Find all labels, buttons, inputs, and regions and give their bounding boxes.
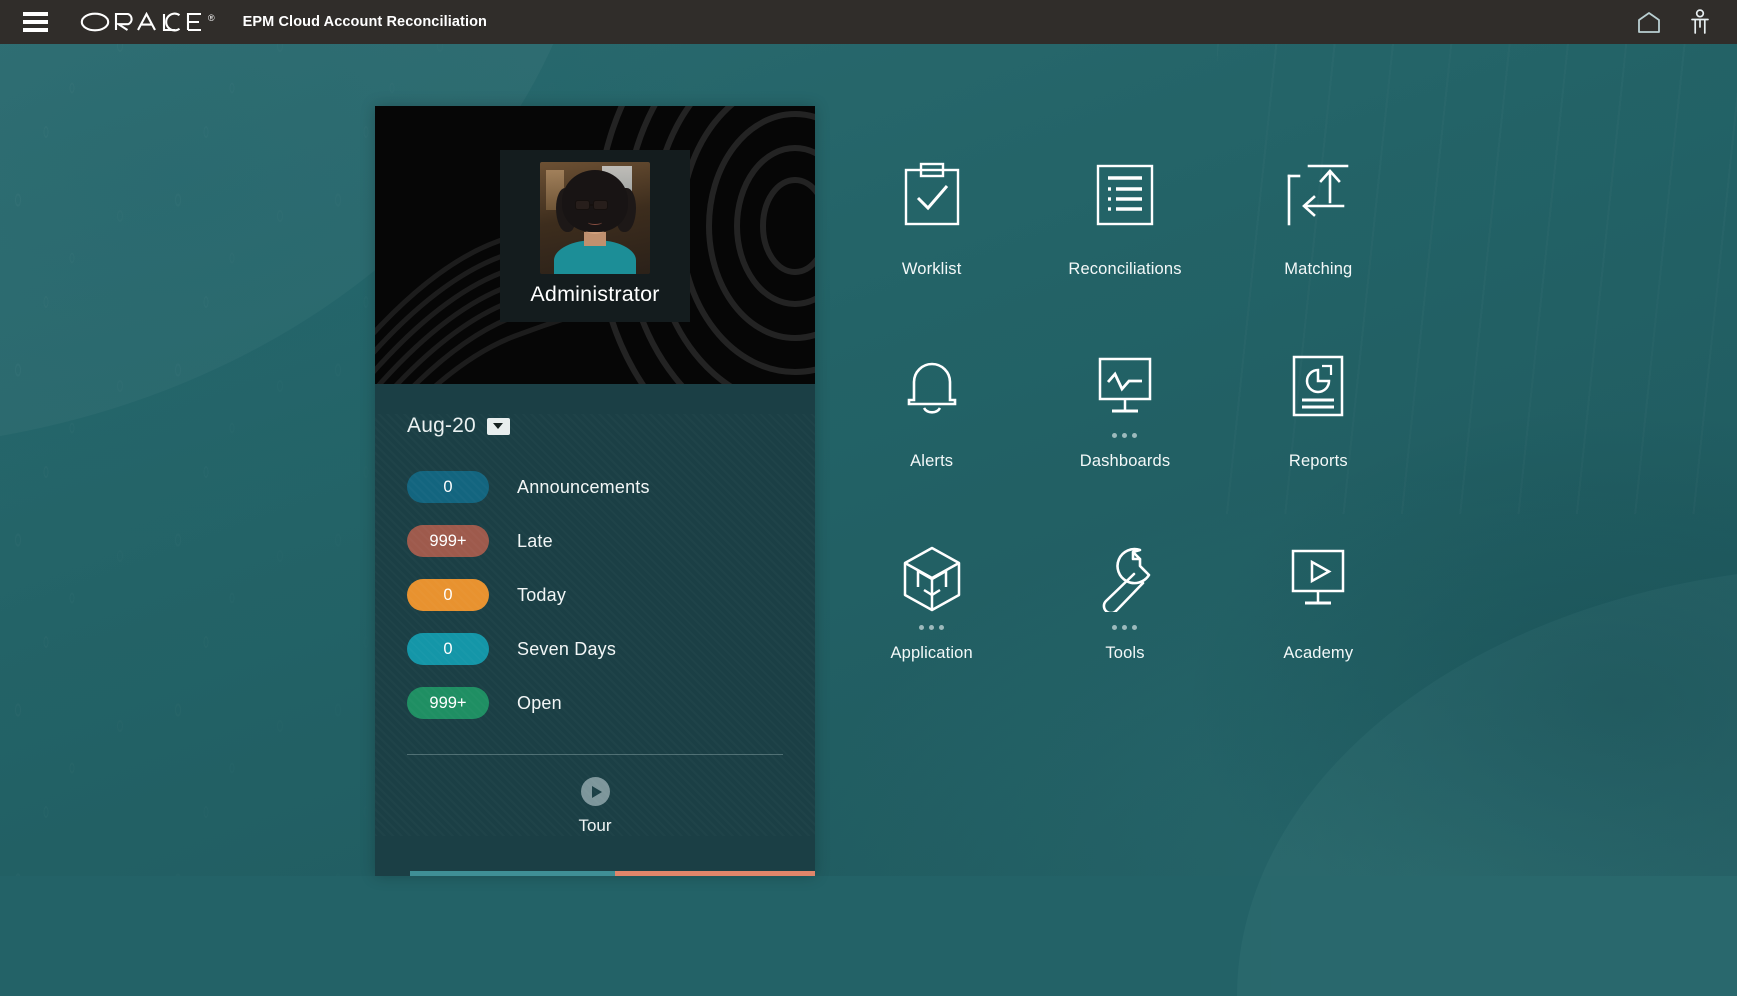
card-body: Aug-20 0 Announcements 999+ Late 0 Today xyxy=(375,414,815,836)
report-pie-icon xyxy=(1289,348,1347,426)
tile-label: Alerts xyxy=(910,452,953,471)
hamburger-bar xyxy=(23,20,48,24)
monitor-play-icon xyxy=(1285,540,1351,618)
user-summary-card: Administrator Aug-20 0 Announcements 999… xyxy=(375,106,815,876)
tile-dashboards[interactable]: Dashboards xyxy=(1028,332,1221,524)
bell-icon xyxy=(902,348,962,426)
dot xyxy=(1112,433,1117,438)
tile-academy[interactable]: Academy xyxy=(1222,524,1415,716)
tile-group-dots xyxy=(1112,428,1137,442)
status-badge-list: 0 Announcements 999+ Late 0 Today 0 Seve… xyxy=(375,460,815,730)
fingerprint-pattern-icon xyxy=(775,106,815,384)
dot xyxy=(1132,625,1137,630)
list-item[interactable]: 999+ Open xyxy=(375,676,815,730)
dot xyxy=(939,625,944,630)
status-badge: 999+ xyxy=(407,525,489,557)
wrench-icon xyxy=(1093,540,1157,618)
list-item[interactable]: 999+ Late xyxy=(375,514,815,568)
status-label: Open xyxy=(517,693,562,714)
home-content: Administrator Aug-20 0 Announcements 999… xyxy=(0,44,1737,876)
status-badge: 0 xyxy=(407,579,489,611)
tile-label: Worklist xyxy=(902,260,962,279)
dot xyxy=(929,625,934,630)
dot xyxy=(1112,625,1117,630)
tile-group-dots xyxy=(1112,620,1137,634)
photo-neck xyxy=(584,232,606,246)
tile-reconciliations[interactable]: Reconciliations xyxy=(1028,140,1221,332)
home-icon[interactable] xyxy=(1635,10,1663,34)
clipboard-check-icon xyxy=(902,156,962,234)
status-badge: 999+ xyxy=(407,687,489,719)
list-item[interactable]: 0 Announcements xyxy=(375,460,815,514)
photo-glasses-right xyxy=(593,200,608,210)
status-label: Seven Days xyxy=(517,639,616,660)
dot xyxy=(1122,433,1127,438)
tile-label: Dashboards xyxy=(1080,452,1170,471)
tile-label: Reconciliations xyxy=(1068,260,1181,279)
period-label: Aug-20 xyxy=(407,414,476,438)
status-badge: 0 xyxy=(407,633,489,665)
navigation-tile-grid: Worklist Reco xyxy=(835,140,1415,716)
tile-label: Matching xyxy=(1284,260,1352,279)
tile-label: Application xyxy=(890,644,972,663)
progress-strip xyxy=(375,871,815,876)
progress-segment-teal xyxy=(410,871,615,876)
photo-glasses-left xyxy=(575,200,590,210)
oracle-registered-mark: ® xyxy=(208,13,215,23)
oracle-logo[interactable]: ® xyxy=(80,12,215,32)
monitor-chart-icon xyxy=(1092,348,1158,426)
tour-button[interactable]: Tour xyxy=(375,777,815,836)
progress-segment-empty xyxy=(375,871,410,876)
list-item[interactable]: 0 Today xyxy=(375,568,815,622)
user-name: Administrator xyxy=(530,282,659,307)
hamburger-bar xyxy=(23,28,48,32)
tile-label: Reports xyxy=(1289,452,1348,471)
status-label: Late xyxy=(517,531,553,552)
hamburger-bar xyxy=(23,12,48,16)
tile-worklist[interactable]: Worklist xyxy=(835,140,1028,332)
tile-reports[interactable]: Reports xyxy=(1222,332,1415,524)
tile-label: Tools xyxy=(1105,644,1144,663)
period-selector[interactable]: Aug-20 xyxy=(407,414,815,438)
header-actions xyxy=(1635,9,1711,35)
photo-glasses-bridge xyxy=(590,204,593,206)
hamburger-menu-icon[interactable] xyxy=(12,0,58,44)
oracle-wordmark-icon xyxy=(80,12,206,32)
matching-arrows-icon xyxy=(1285,156,1351,234)
tile-group-dots xyxy=(919,620,944,634)
chevron-down-icon[interactable] xyxy=(487,418,510,435)
app-title: EPM Cloud Account Reconciliation xyxy=(243,14,487,30)
tile-tools[interactable]: Tools xyxy=(1028,524,1221,716)
global-header: ® EPM Cloud Account Reconciliation xyxy=(0,0,1737,44)
status-label: Today xyxy=(517,585,566,606)
tour-label: Tour xyxy=(578,816,611,836)
tile-application[interactable]: Application xyxy=(835,524,1028,716)
document-list-icon xyxy=(1094,156,1156,234)
cube-icon xyxy=(900,540,964,618)
divider xyxy=(407,754,783,755)
list-item[interactable]: 0 Seven Days xyxy=(375,622,815,676)
administrator-avatar-photo xyxy=(540,162,650,274)
dot xyxy=(1122,625,1127,630)
status-badge: 0 xyxy=(407,471,489,503)
avatar-panel: Administrator xyxy=(375,106,815,384)
tile-alerts[interactable]: Alerts xyxy=(835,332,1028,524)
tile-matching[interactable]: Matching xyxy=(1222,140,1415,332)
avatar[interactable]: Administrator xyxy=(500,150,690,322)
play-circle-icon[interactable] xyxy=(581,777,610,806)
dot xyxy=(919,625,924,630)
dot xyxy=(1132,433,1137,438)
tile-label: Academy xyxy=(1283,644,1353,663)
photo-smile xyxy=(588,220,602,225)
user-icon[interactable] xyxy=(1689,9,1711,35)
progress-segment-coral xyxy=(615,871,815,876)
status-label: Announcements xyxy=(517,477,650,498)
